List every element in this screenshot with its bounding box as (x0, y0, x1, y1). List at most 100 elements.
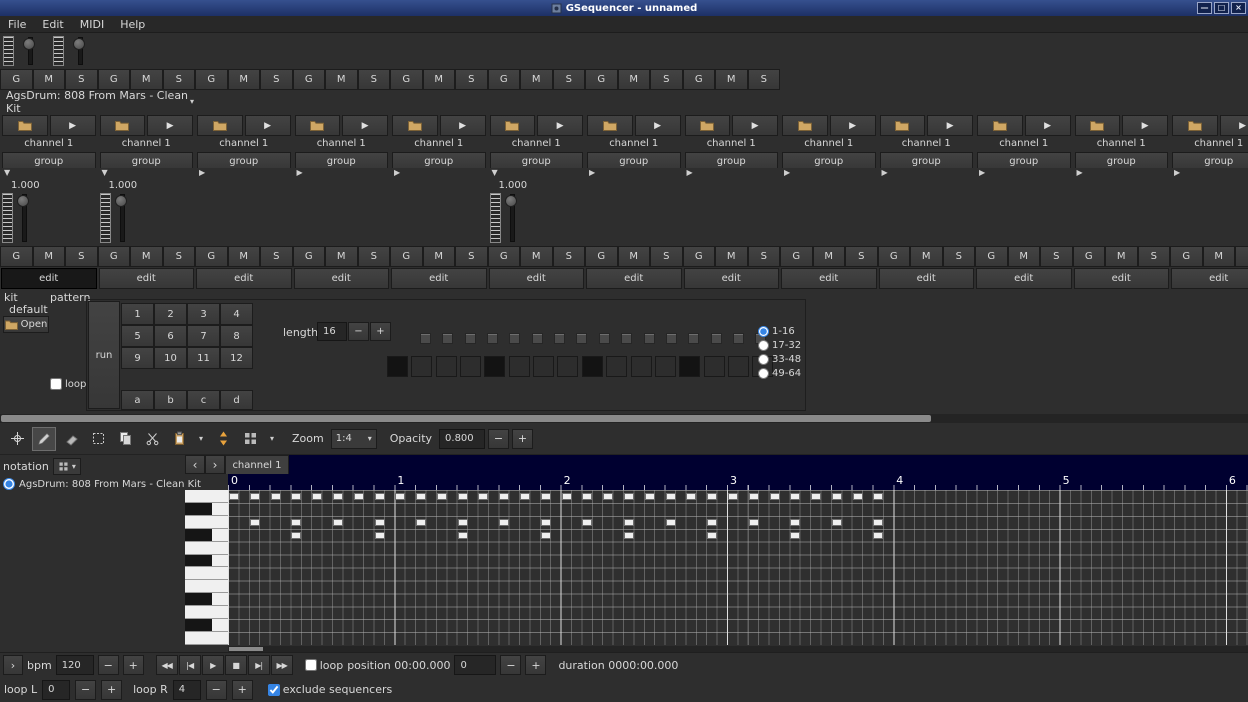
note[interactable] (853, 493, 863, 500)
piano-key-white[interactable] (185, 619, 228, 632)
piano-key-white[interactable] (185, 490, 228, 503)
channel-open-button[interactable] (490, 115, 536, 136)
channel-expander-collapsed[interactable]: ▶ (784, 168, 790, 177)
matrix-button-8[interactable]: 8 (220, 325, 253, 347)
select-tool-button[interactable] (86, 427, 110, 451)
note[interactable] (354, 493, 364, 500)
matrix-button-12[interactable]: 12 (220, 347, 253, 369)
transport-previous-button[interactable]: |◀ (179, 655, 201, 675)
edit-tool-button[interactable] (32, 427, 56, 451)
channel-expander-expanded[interactable]: ▼ (492, 168, 498, 177)
pattern-pad-button[interactable] (484, 356, 505, 377)
gms-s-button[interactable]: S (553, 69, 586, 90)
gms-g-button[interactable]: G (293, 69, 326, 90)
note[interactable] (707, 493, 717, 500)
gms-s-button[interactable]: S (260, 246, 293, 267)
gms-g-button[interactable]: G (975, 246, 1008, 267)
gms-s-button[interactable]: S (748, 69, 781, 90)
note[interactable] (666, 493, 676, 500)
length-decrement-button[interactable]: − (348, 322, 369, 341)
note[interactable] (832, 493, 842, 500)
note[interactable] (375, 519, 385, 526)
piano-key-white[interactable] (185, 567, 228, 580)
gms-s-button[interactable]: S (65, 246, 98, 267)
menu-file[interactable]: File (0, 17, 34, 32)
pattern-bit-toggle[interactable] (554, 333, 565, 344)
channel-expander-collapsed[interactable]: ▶ (1174, 168, 1180, 177)
menu-midi[interactable]: MIDI (72, 17, 112, 32)
note[interactable] (291, 532, 301, 539)
note[interactable] (582, 519, 592, 526)
gms-s-button[interactable]: S (358, 69, 391, 90)
piano-key-black[interactable] (185, 503, 212, 515)
note[interactable] (416, 519, 426, 526)
tools-menu-button[interactable] (238, 427, 262, 451)
run-button[interactable]: run (88, 301, 120, 409)
channel-expander-expanded[interactable]: ▼ (4, 168, 10, 177)
pattern-bit-toggle[interactable] (644, 333, 655, 344)
gms-m-button[interactable]: M (813, 246, 846, 267)
piano-key-black[interactable] (185, 593, 212, 605)
channel-group-button[interactable]: group (100, 152, 194, 168)
matrix-button-7[interactable]: 7 (187, 325, 220, 347)
channel-expander-collapsed[interactable]: ▶ (394, 168, 400, 177)
channel-expander-collapsed[interactable]: ▶ (882, 168, 888, 177)
note[interactable] (499, 493, 509, 500)
channel-group-button[interactable]: group (587, 152, 681, 168)
gms-s-button[interactable]: S (163, 246, 196, 267)
edit-tab-button[interactable]: edit (1171, 268, 1248, 289)
gms-m-button[interactable]: M (325, 246, 358, 267)
tab-next-button[interactable]: › (205, 455, 225, 474)
gms-s-button[interactable]: S (1235, 246, 1248, 267)
kit-selector[interactable]: AgsDrum: 808 From Mars - Clean Kit ▾ (0, 87, 200, 117)
gms-g-button[interactable]: G (390, 246, 423, 267)
pattern-pad-button[interactable] (460, 356, 481, 377)
note[interactable] (582, 493, 592, 500)
channel-play-button[interactable]: ▶ (1025, 115, 1071, 136)
pattern-bit-toggle[interactable] (621, 333, 632, 344)
volume-slider[interactable] (504, 193, 519, 243)
channel-play-button[interactable]: ▶ (537, 115, 583, 136)
piano-key-white[interactable] (185, 503, 228, 516)
gms-m-button[interactable]: M (1008, 246, 1041, 267)
channel-group-button[interactable]: group (2, 152, 96, 168)
edit-tab-button[interactable]: edit (879, 268, 975, 289)
piano-key-black[interactable] (185, 529, 212, 541)
note[interactable] (624, 532, 634, 539)
piano-key-white[interactable] (185, 555, 228, 568)
transport-next-button[interactable]: ▶| (248, 655, 270, 675)
opacity-value[interactable]: 0.800 (439, 429, 485, 449)
pattern-bit-toggle[interactable] (532, 333, 543, 344)
slider-knob[interactable] (505, 195, 517, 207)
bank-button-c[interactable]: c (187, 390, 220, 410)
gms-m-button[interactable]: M (228, 69, 261, 90)
note[interactable] (873, 532, 883, 539)
channel-play-button[interactable]: ▶ (147, 115, 193, 136)
channel-open-button[interactable] (197, 115, 243, 136)
gms-s-button[interactable]: S (553, 246, 586, 267)
gms-g-button[interactable]: G (780, 246, 813, 267)
channel-expander-collapsed[interactable]: ▶ (199, 168, 205, 177)
note[interactable] (458, 519, 468, 526)
pattern-bit-toggle[interactable] (733, 333, 744, 344)
close-button[interactable]: × (1231, 2, 1246, 14)
note[interactable] (395, 493, 405, 500)
gms-g-button[interactable]: G (878, 246, 911, 267)
length-increment-button[interactable]: + (370, 322, 391, 341)
channel-open-button[interactable] (977, 115, 1023, 136)
opacity-decrement-button[interactable]: − (488, 429, 509, 449)
channel-group-button[interactable]: group (782, 152, 876, 168)
pattern-pad-button[interactable] (704, 356, 725, 377)
slider-knob[interactable] (17, 195, 29, 207)
channel-play-button[interactable]: ▶ (342, 115, 388, 136)
note[interactable] (770, 493, 780, 500)
gms-s-button[interactable]: S (455, 69, 488, 90)
slider-knob[interactable] (23, 38, 35, 50)
note[interactable] (790, 519, 800, 526)
note[interactable] (624, 493, 634, 500)
matrix-button-11[interactable]: 11 (187, 347, 220, 369)
loop-l-increment-button[interactable]: + (101, 680, 122, 700)
channel-expander-expanded[interactable]: ▼ (102, 168, 108, 177)
note[interactable] (333, 493, 343, 500)
channel-group-button[interactable]: group (880, 152, 974, 168)
